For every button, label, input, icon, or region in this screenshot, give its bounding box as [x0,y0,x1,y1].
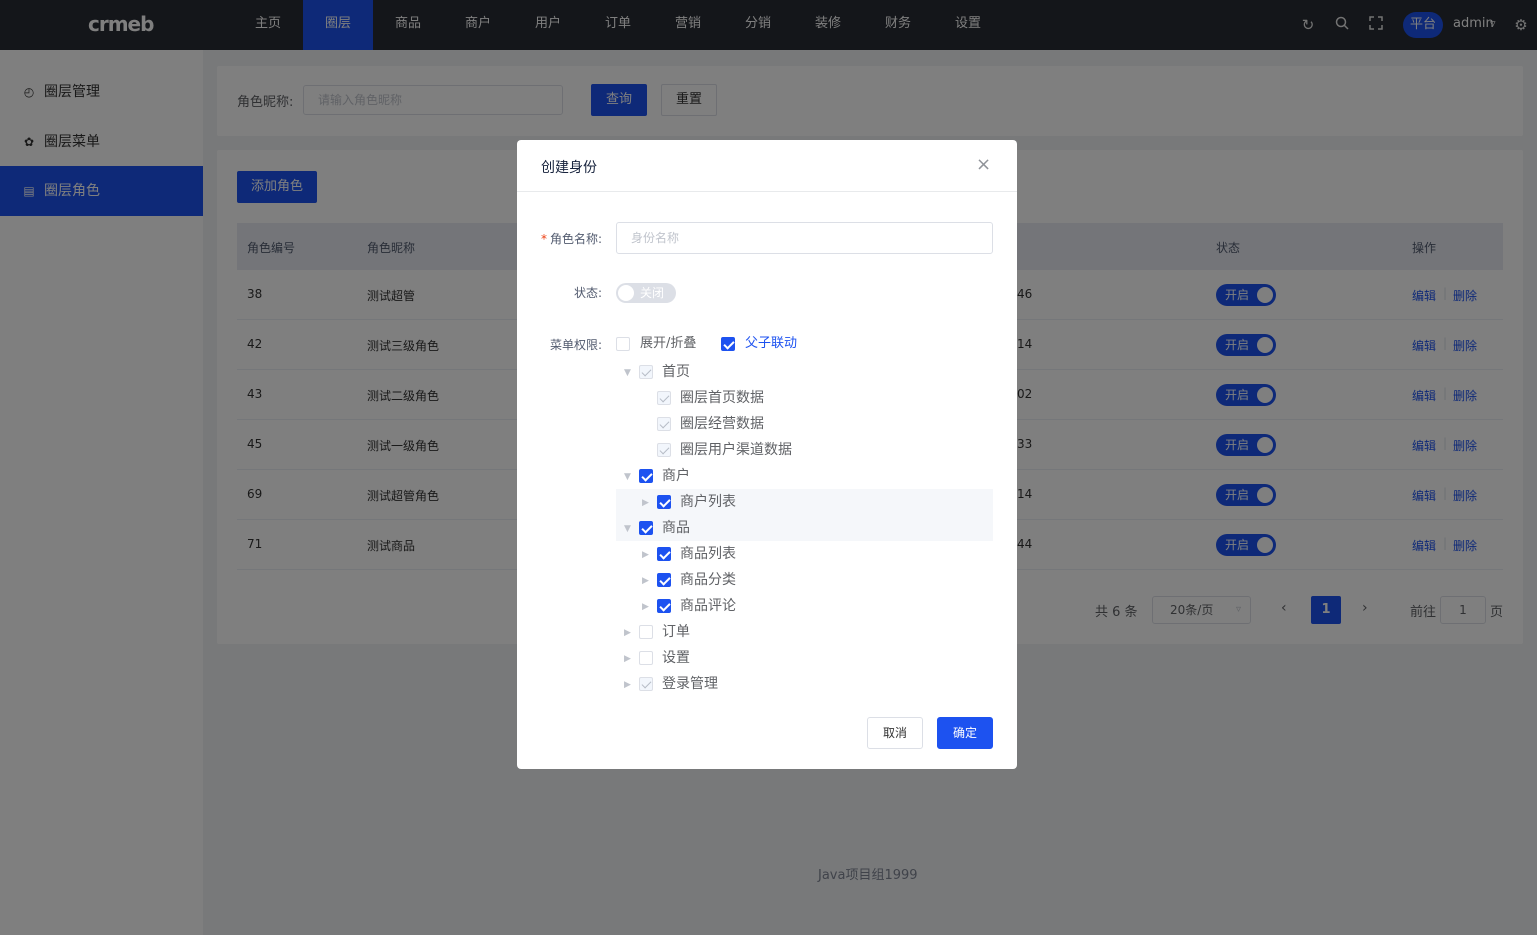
parent-child-link-label[interactable]: 父子联动 [745,336,797,352]
tree-node-label[interactable]: 圈层首页数据 [680,390,764,406]
create-role-dialog: 创建身份 × * 角色名称: 身份名称 状态: 关闭 菜单权限: 展开/折叠 父子… [517,140,1017,769]
tree-node-label[interactable]: 订单 [662,624,690,640]
tree-node-checkbox [657,417,671,431]
status-toggle-label: 关闭 [640,286,665,300]
caret-down-icon[interactable]: ▼ [624,522,631,536]
switch-knob [618,285,634,301]
caret-right-icon[interactable]: ▶ [624,652,631,666]
role-name-label: * 角色名称: [541,232,603,246]
caret-down-icon[interactable]: ▼ [624,470,631,484]
tree-node-checkbox [639,677,653,691]
tree-node-label[interactable]: 设置 [662,650,690,666]
caret-right-icon[interactable]: ▶ [642,574,649,588]
parent-child-link-checkbox[interactable] [721,337,735,351]
tree-node-checkbox[interactable] [657,547,671,561]
tree-node-checkbox [639,365,653,379]
tree-node-label[interactable]: 首页 [662,364,690,380]
role-name-input[interactable]: 身份名称 [616,222,993,254]
confirm-button[interactable]: 确定 [937,717,993,749]
tree-node-checkbox[interactable] [657,573,671,587]
caret-right-icon[interactable]: ▶ [642,548,649,562]
expand-collapse-checkbox[interactable] [616,337,630,351]
required-mark: * [541,232,547,246]
tree-node-label[interactable]: 圈层经营数据 [680,416,764,432]
tree-node-label[interactable]: 商户列表 [680,494,736,510]
caret-right-icon[interactable]: ▶ [624,626,631,640]
tree-node-label[interactable]: 商品评论 [680,598,736,614]
status-label: 状态: [574,286,603,300]
tree-node-checkbox [657,443,671,457]
tree-node-label[interactable]: 商品分类 [680,572,736,588]
caret-right-icon[interactable]: ▶ [624,678,631,692]
tree-node-checkbox[interactable] [639,469,653,483]
tree-node-checkbox [657,391,671,405]
tree-node-label[interactable]: 商户 [662,468,690,484]
tree-node-label[interactable]: 商品列表 [680,546,736,562]
menu-permission-label: 菜单权限: [550,338,603,352]
status-toggle[interactable]: 关闭 [616,283,676,303]
cancel-button[interactable]: 取消 [867,717,923,749]
close-icon[interactable]: × [976,155,991,175]
dialog-divider [517,191,1017,192]
tree-node-checkbox[interactable] [639,625,653,639]
expand-collapse-label[interactable]: 展开/折叠 [640,336,696,352]
tree-node-checkbox[interactable] [657,599,671,613]
dialog-title: 创建身份 [541,160,597,176]
tree-node-checkbox[interactable] [639,651,653,665]
tree-node-checkbox[interactable] [657,495,671,509]
tree-node-label[interactable]: 圈层用户渠道数据 [680,442,792,458]
tree-node-label[interactable]: 商品 [662,520,690,536]
tree-node-checkbox[interactable] [639,521,653,535]
caret-down-icon[interactable]: ▼ [624,366,631,380]
caret-right-icon[interactable]: ▶ [642,496,649,510]
caret-right-icon[interactable]: ▶ [642,600,649,614]
tree-node-label[interactable]: 登录管理 [662,676,718,692]
